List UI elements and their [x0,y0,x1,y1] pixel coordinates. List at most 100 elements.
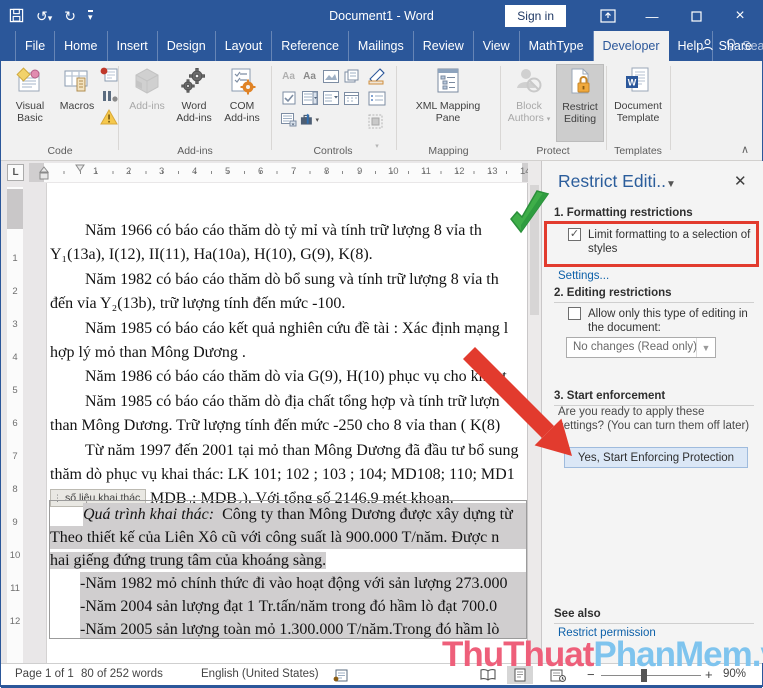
building-block-gallery-icon[interactable] [342,67,361,85]
dropdown-arrow-icon: ▼ [696,338,715,357]
ruler-number: 12 [454,166,465,177]
tab-review[interactable]: Review [414,31,474,61]
combo-box-control-icon[interactable] [300,89,319,107]
share-button[interactable]: Share [701,31,752,61]
document-line: đến vỉa Y₂(13b), trữ lượng tính đến mức … [50,295,346,313]
maximize-button[interactable] [674,1,718,31]
tab-design[interactable]: Design [158,31,216,61]
tab-file[interactable]: File [15,31,56,61]
group-control-icon [368,114,383,129]
ruler-number: 5 [225,166,231,177]
annotation-green-checkmark [510,190,550,234]
ribbon-display-options-icon[interactable] [586,1,630,31]
first-line-indent-marker[interactable] [75,163,85,173]
ruler-number: 11 [10,583,20,594]
share-label: Share [718,39,752,53]
ruler-number: 10 [9,550,21,561]
xml-mapping-pane-button[interactable]: XML Mapping Pane [405,64,491,142]
com-add-ins-icon [219,66,265,99]
ruler-number: 11 [421,166,431,177]
tab-developer[interactable]: Developer [593,31,669,61]
zoom-slider-track[interactable] [601,675,701,676]
left-indent-marker[interactable] [39,165,49,181]
ruler-number: 1 [93,166,99,177]
ruler-number: 3 [159,166,165,177]
ruler-number: 9 [357,166,363,177]
editing-type-value: No changes (Read only) [573,341,698,353]
pause-recording-button[interactable] [99,89,119,108]
design-mode-icon [368,68,385,85]
document-template-label: Document Template [614,100,662,124]
content-control-box[interactable]: Quá trình khai thác: Công ty than Mông D… [49,500,527,639]
tab-home[interactable]: Home [55,31,108,61]
editing-restrictions-heading: 2. Editing restrictions [554,287,754,303]
tab-mailings[interactable]: Mailings [349,31,414,61]
vertical-ruler[interactable]: 1 2 3 4 5 6 7 8 9 10 11 12 [7,187,23,663]
word-count[interactable]: 80 of 252 words [81,668,163,680]
block-authors-label: Block Authors ▾ [507,100,551,124]
editing-type-dropdown[interactable]: No changes (Read only) ▼ [566,337,716,358]
enforcement-description: Are you ready to apply these settings? (… [558,406,750,432]
properties-button[interactable] [367,91,387,111]
pane-options-caret-icon[interactable]: ▼ [666,179,676,190]
ruler-number: 7 [12,451,18,462]
dropdown-list-control-icon[interactable] [321,89,340,107]
visual-basic-button[interactable]: Visual Basic [7,64,53,142]
com-add-ins-button[interactable]: COM Add-ins [219,64,265,142]
repeating-section-control-icon[interactable] [279,111,298,129]
restrict-editing-button[interactable]: Restrict Editing [556,64,604,142]
pane-close-icon[interactable]: ✕ [734,172,747,190]
language-indicator[interactable]: English (United States) [201,668,319,680]
rich-text-control-icon[interactable]: Aa [279,67,298,85]
macros-icon [55,66,99,99]
ruler-number: 6 [12,418,18,429]
horizontal-ruler[interactable]: 1 2 3 4 5 6 7 8 9 10 11 12 13 14 [29,163,541,182]
add-ins-button[interactable]: Add-ins [127,64,167,142]
annotation-red-arrow [462,346,572,456]
word-add-ins-button[interactable]: Word Add-ins [171,64,217,142]
tab-view[interactable]: View [474,31,520,61]
tab-insert[interactable]: Insert [108,31,158,61]
controls-grid: Aa Aa ▾ [279,67,363,133]
page-indicator[interactable]: Page 1 of 1 [15,668,74,680]
group-separator [396,66,397,150]
tab-reference[interactable]: Reference [272,31,349,61]
ribbon-developer: Visual Basic Macros Code Add-ins Word Ad… [1,61,762,161]
minimize-button[interactable]: — [630,1,674,31]
start-enforcing-button[interactable]: Yes, Start Enforcing Protection [564,447,748,468]
tab-mathtype[interactable]: MathType [520,31,594,61]
macro-security-icon [100,108,118,125]
add-ins-label: Add-ins [129,100,165,112]
group-separator [670,66,671,150]
annotation-red-rectangle [544,221,759,267]
date-picker-control-icon[interactable] [342,89,361,107]
visual-basic-icon [7,66,53,99]
xml-mapping-pane-label: XML Mapping Pane [415,100,481,124]
ruler-number: 3 [12,319,18,330]
com-add-ins-label: COM Add-ins [224,100,260,124]
sign-in-button[interactable]: Sign in [505,5,566,27]
macro-security-button[interactable] [99,108,119,130]
legacy-tools-icon[interactable]: ▾ [300,111,319,129]
selected-line: Quá trình khai thác: Công ty than Mông D… [83,503,526,526]
allow-editing-checkbox[interactable] [568,307,581,320]
settings-link[interactable]: Settings... [558,270,609,282]
record-macro-button[interactable] [99,67,119,88]
tab-selector[interactable]: L [7,164,24,181]
macro-recording-status-icon[interactable] [333,669,348,685]
ruler-number: 8 [324,166,330,177]
picture-control-icon[interactable] [321,67,340,85]
block-authors-button[interactable]: Block Authors ▾ [504,64,554,142]
plain-text-control-icon[interactable]: Aa [300,67,319,85]
ruler-number: 12 [9,616,21,627]
design-mode-button[interactable] [367,67,387,90]
collapse-ribbon-icon[interactable]: ∧ [741,143,749,156]
document-line: thăm dò phục vụ khai thác: LK 101; 102 ;… [50,466,515,484]
checkbox-control-icon[interactable] [279,89,298,107]
close-button[interactable]: × [718,1,762,31]
group-label-templates: Templates [614,145,662,157]
tab-layout[interactable]: Layout [216,31,273,61]
document-template-button[interactable]: W Document Template [610,64,666,142]
ruler-number: 10 [388,166,399,177]
macros-button[interactable]: Macros [55,64,99,142]
